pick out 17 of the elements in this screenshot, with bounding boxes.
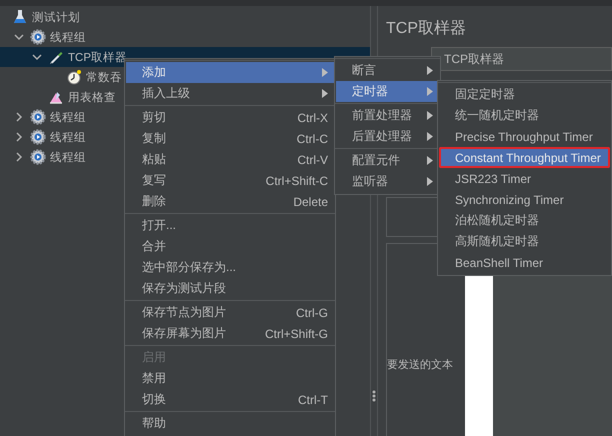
tree-label: 线程组 bbox=[50, 130, 86, 144]
tree-label: 测试计划 bbox=[32, 10, 80, 24]
shortcut-label: Ctrl-G bbox=[296, 306, 328, 320]
shortcut-label: Ctrl-T bbox=[298, 392, 328, 406]
field-label: 要发送的文本 bbox=[387, 358, 453, 372]
shortcut-label: Ctrl-C bbox=[296, 132, 328, 146]
shortcut-label: Delete bbox=[293, 194, 328, 208]
tree-label: 线程组 bbox=[50, 110, 86, 124]
tree-label: 用表格查 bbox=[68, 90, 116, 104]
shortcut-label: Ctrl-V bbox=[297, 152, 328, 166]
tree-label: 常数吞 bbox=[86, 70, 122, 84]
tree-label: 线程组 bbox=[50, 30, 86, 44]
shortcut-label: Ctrl+Shift-C bbox=[266, 174, 328, 188]
tree-label: 线程组 bbox=[50, 150, 86, 164]
shortcut-label: Ctrl-X bbox=[297, 110, 328, 124]
shortcut-label: Ctrl+Shift-G bbox=[264, 326, 328, 340]
panel-title: TCP取样器 bbox=[386, 19, 467, 39]
